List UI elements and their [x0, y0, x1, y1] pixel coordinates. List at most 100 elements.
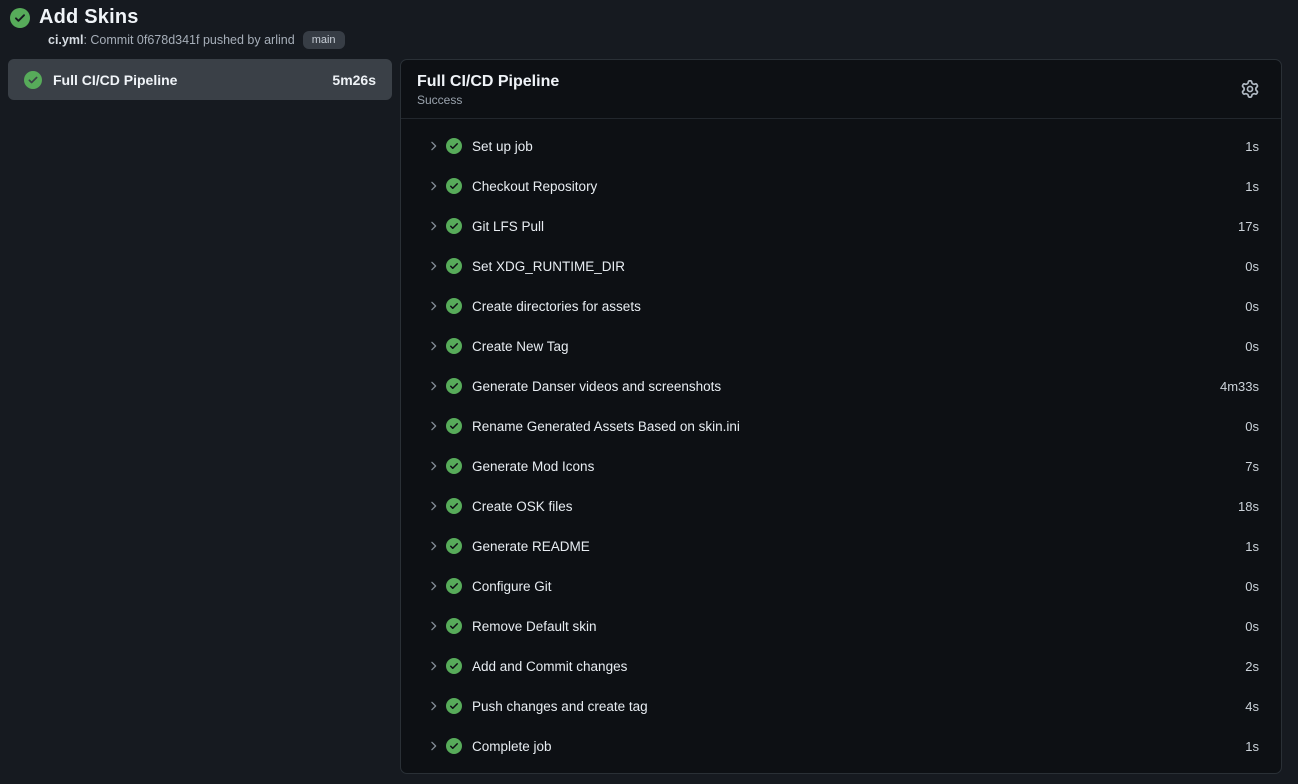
check-circle-icon: [446, 498, 462, 514]
check-circle-icon: [446, 298, 462, 314]
step-duration: 7s: [1245, 459, 1259, 474]
step-row[interactable]: Push changes and create tag 4s: [401, 686, 1281, 726]
check-circle-icon: [446, 338, 462, 354]
log-settings-button[interactable]: [1237, 76, 1263, 102]
step-duration: 4s: [1245, 699, 1259, 714]
commit-text: : Commit 0f678d341f pushed by arlind: [83, 33, 294, 47]
check-circle-icon: [24, 71, 42, 89]
step-duration: 1s: [1245, 539, 1259, 554]
step-label: Remove Default skin: [472, 619, 597, 634]
step-label: Add and Commit changes: [472, 659, 627, 674]
chevron-right-icon: [426, 299, 440, 313]
step-label: Checkout Repository: [472, 179, 597, 194]
run-subtitle: ci.yml: Commit 0f678d341f pushed by arli…: [48, 31, 1282, 49]
jobs-sidebar: Full CI/CD Pipeline 5m26s: [0, 59, 400, 100]
check-circle-icon: [446, 138, 462, 154]
check-circle-icon: [446, 578, 462, 594]
step-label: Rename Generated Assets Based on skin.in…: [472, 419, 740, 434]
chevron-right-icon: [426, 459, 440, 473]
check-circle-icon: [446, 258, 462, 274]
step-duration: 0s: [1245, 299, 1259, 314]
check-circle-icon: [446, 178, 462, 194]
step-duration: 0s: [1245, 579, 1259, 594]
step-row[interactable]: Create OSK files 18s: [401, 486, 1281, 526]
job-status: Success: [417, 93, 559, 107]
step-duration: 1s: [1245, 179, 1259, 194]
step-label: Generate Danser videos and screenshots: [472, 379, 721, 394]
check-circle-icon: [446, 738, 462, 754]
workflow-run-header: Add Skins ci.yml: Commit 0f678d341f push…: [0, 0, 1298, 49]
run-content: Full CI/CD Pipeline 5m26s Full CI/CD Pip…: [0, 59, 1298, 774]
step-label: Push changes and create tag: [472, 699, 648, 714]
step-row[interactable]: Set up job 1s: [401, 126, 1281, 166]
commit-message: ci.yml: Commit 0f678d341f pushed by arli…: [48, 33, 295, 47]
step-row[interactable]: Create New Tag 0s: [401, 326, 1281, 366]
chevron-right-icon: [426, 379, 440, 393]
step-label: Git LFS Pull: [472, 219, 544, 234]
chevron-right-icon: [426, 579, 440, 593]
step-row[interactable]: Create directories for assets 0s: [401, 286, 1281, 326]
steps-list: Set up job 1s Checkout Repository 1s Git…: [401, 119, 1281, 773]
step-row[interactable]: Checkout Repository 1s: [401, 166, 1281, 206]
gear-icon: [1241, 80, 1259, 98]
step-label: Set XDG_RUNTIME_DIR: [472, 259, 625, 274]
step-label: Create OSK files: [472, 499, 573, 514]
check-circle-icon: [446, 218, 462, 234]
branch-badge[interactable]: main: [303, 31, 345, 49]
step-label: Configure Git: [472, 579, 552, 594]
sidebar-job-full-ci-cd-pipeline[interactable]: Full CI/CD Pipeline 5m26s: [8, 59, 392, 100]
run-title: Add Skins: [39, 6, 139, 29]
chevron-right-icon: [426, 259, 440, 273]
step-row[interactable]: Configure Git 0s: [401, 566, 1281, 606]
chevron-right-icon: [426, 139, 440, 153]
job-title: Full CI/CD Pipeline: [417, 72, 559, 92]
step-duration: 17s: [1238, 219, 1259, 234]
chevron-right-icon: [426, 499, 440, 513]
step-row[interactable]: Remove Default skin 0s: [401, 606, 1281, 646]
step-duration: 2s: [1245, 659, 1259, 674]
job-log-panel: Full CI/CD Pipeline Success Set up job 1…: [400, 59, 1282, 774]
step-row[interactable]: Git LFS Pull 17s: [401, 206, 1281, 246]
chevron-right-icon: [426, 419, 440, 433]
step-label: Generate Mod Icons: [472, 459, 594, 474]
step-row[interactable]: Generate Mod Icons 7s: [401, 446, 1281, 486]
step-duration: 1s: [1245, 139, 1259, 154]
step-duration: 1s: [1245, 739, 1259, 754]
check-circle-icon: [10, 8, 30, 28]
check-circle-icon: [446, 378, 462, 394]
check-circle-icon: [446, 458, 462, 474]
step-row[interactable]: Add and Commit changes 2s: [401, 646, 1281, 686]
step-label: Create New Tag: [472, 339, 569, 354]
check-circle-icon: [446, 618, 462, 634]
step-duration: 0s: [1245, 259, 1259, 274]
job-duration: 5m26s: [332, 72, 376, 88]
chevron-right-icon: [426, 339, 440, 353]
check-circle-icon: [446, 418, 462, 434]
workflow-file-name: ci.yml: [48, 33, 83, 47]
step-label: Create directories for assets: [472, 299, 641, 314]
job-log-header: Full CI/CD Pipeline Success: [401, 60, 1281, 119]
step-label: Set up job: [472, 139, 533, 154]
check-circle-icon: [446, 698, 462, 714]
step-duration: 0s: [1245, 619, 1259, 634]
step-row[interactable]: Rename Generated Assets Based on skin.in…: [401, 406, 1281, 446]
step-row[interactable]: Generate Danser videos and screenshots 4…: [401, 366, 1281, 406]
chevron-right-icon: [426, 219, 440, 233]
step-duration: 18s: [1238, 499, 1259, 514]
chevron-right-icon: [426, 619, 440, 633]
step-duration: 4m33s: [1220, 379, 1259, 394]
step-row[interactable]: Generate README 1s: [401, 526, 1281, 566]
chevron-right-icon: [426, 699, 440, 713]
step-row[interactable]: Set XDG_RUNTIME_DIR 0s: [401, 246, 1281, 286]
step-duration: 0s: [1245, 339, 1259, 354]
chevron-right-icon: [426, 179, 440, 193]
step-duration: 0s: [1245, 419, 1259, 434]
step-label: Generate README: [472, 539, 590, 554]
job-name: Full CI/CD Pipeline: [53, 72, 177, 88]
chevron-right-icon: [426, 539, 440, 553]
chevron-right-icon: [426, 739, 440, 753]
chevron-right-icon: [426, 659, 440, 673]
check-circle-icon: [446, 658, 462, 674]
step-row[interactable]: Complete job 1s: [401, 726, 1281, 766]
check-circle-icon: [446, 538, 462, 554]
